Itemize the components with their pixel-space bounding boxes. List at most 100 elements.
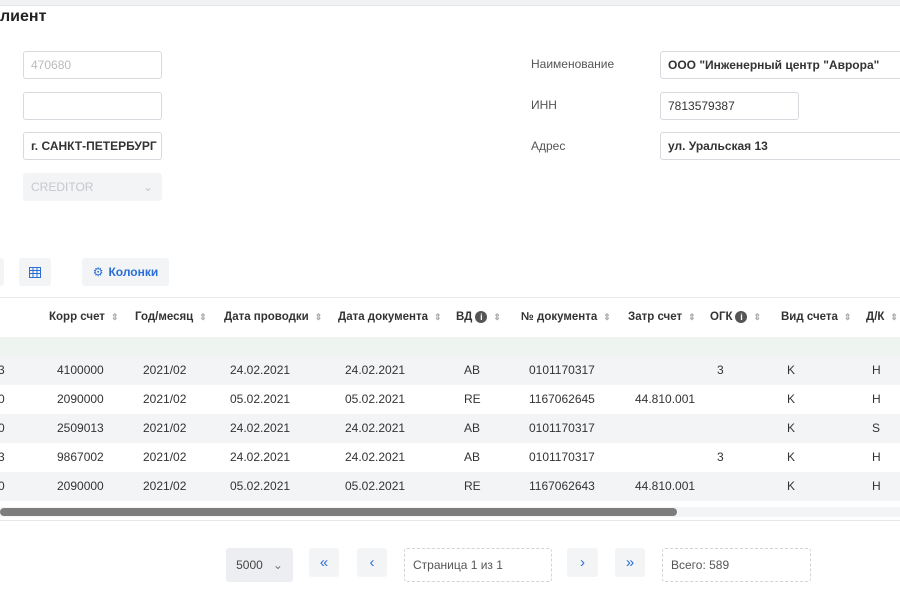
scrollbar-thumb[interactable] [0,508,677,516]
table-row[interactable]: 0 2509013 2021/02 24.02.2021 24.02.2021 AB 010… [0,414,900,443]
table-cell: 24.02.2021 [230,421,291,435]
column-header[interactable]: Затр счет ⇕ [628,300,696,335]
table-cell: 44.810.001 [635,392,696,406]
column-header-label: № документа [521,311,598,323]
table-bottom-border [0,520,900,521]
first-page-button[interactable]: « [309,548,339,577]
page-title: лиент [0,8,47,25]
table-cell: 1167062645 [529,392,595,406]
info-icon[interactable]: i [475,310,488,323]
table-cell: 0 [0,392,5,406]
table-cell: 2021/02 [143,450,187,464]
toolbar-button-cut[interactable] [0,258,4,286]
table-cell: AB [464,363,481,377]
type-select[interactable]: CREDITOR ⌄ [23,173,162,201]
table-cell: 05.02.2021 [345,392,406,406]
sort-icon[interactable]: ⇕ [315,312,323,322]
column-header[interactable]: Дата проводки ⇕ [224,300,322,335]
sort-icon[interactable]: ⇕ [199,312,207,322]
page-indicator: Страница 1 из 1 [404,548,552,582]
column-header-label: Вид счета [781,311,838,323]
table-cell: 0 [0,421,5,435]
top-bar [0,0,900,6]
columns-button[interactable]: ⚙ Колонки [82,258,169,286]
city-field[interactable]: г. САНКТ-ПЕТЕРБУРГ [23,132,162,160]
column-header-label: ВД [456,311,473,323]
table-cell: 4100000 [57,363,104,377]
table-top-border [0,297,900,298]
table-cell: 0101170317 [529,450,595,464]
table-cell: 3 [0,363,5,377]
table-cell: K [787,392,796,406]
sort-icon[interactable]: ⇕ [111,312,119,322]
column-header[interactable]: Вид счета ⇕ [781,300,851,335]
table-cell: AB [464,450,481,464]
column-header-label: Д/К [866,311,885,323]
last-page-button[interactable]: » [615,548,645,577]
table-cell: 24.02.2021 [345,450,406,464]
table-icon [29,266,41,278]
table-cell: 2090000 [57,392,104,406]
total-count: Всего: 589 [662,548,811,582]
table-cell: 24.02.2021 [230,450,291,464]
inn-field[interactable]: 7813579387 [660,92,799,120]
chevron-down-icon: ⌄ [142,180,153,194]
horizontal-scrollbar[interactable] [0,507,900,517]
sort-icon[interactable]: ⇕ [493,312,501,322]
table-cell: 9867002 [57,450,104,464]
page-size-select[interactable]: 5000 ⌄ [226,548,293,582]
table-row[interactable]: 3 9867002 2021/02 24.02.2021 24.02.2021 AB 010… [0,443,900,472]
table-cell: 2021/02 [143,363,187,377]
table-cell: 05.02.2021 [230,479,291,493]
sort-icon[interactable]: ⇕ [434,312,442,322]
table-row[interactable]: 0 2090000 2021/02 05.02.2021 05.02.2021 RE 116… [0,385,900,414]
table-cell: 05.02.2021 [230,392,291,406]
table-cell: 0101170317 [529,421,595,435]
table-cell: 0 [0,479,5,493]
sort-icon[interactable]: ⇕ [753,312,761,322]
column-header-label: Затр счет [628,311,683,323]
table-cell: H [872,392,881,406]
table-cell: H [872,450,881,464]
postal-code-field[interactable]: 470680 [23,51,162,79]
info-icon[interactable]: i [735,310,748,323]
filter-row[interactable] [0,337,900,356]
address-label: Адрес [531,139,566,153]
table-cell: RE [464,479,481,493]
chevron-down-icon: ⌄ [272,558,283,572]
name-label: Наименование [531,57,615,71]
column-header[interactable]: Корр счет ⇕ [49,300,119,335]
table-cell: K [787,450,796,464]
sort-icon[interactable]: ⇕ [688,312,696,322]
column-header[interactable]: ВД i ⇕ [456,300,501,335]
gear-icon: ⚙ [92,265,104,279]
table-cell: K [787,421,796,435]
table-row[interactable]: 3 4100000 2021/02 24.02.2021 24.02.2021 AB 010… [0,356,900,385]
table-view-button[interactable] [19,258,51,286]
column-header[interactable]: Д/К ⇕ [866,300,898,335]
column-header[interactable]: Год/месяц ⇕ [135,300,207,335]
next-page-button[interactable]: › [567,548,598,577]
table-cell: RE [464,392,481,406]
table-cell: K [787,479,796,493]
empty-field[interactable] [23,92,162,120]
table-cell: S [872,421,881,435]
column-header[interactable]: № документа ⇕ [521,300,611,335]
name-field[interactable]: ООО "Инженерный центр "Аврора" [660,51,900,79]
column-header[interactable]: Дата документа ⇕ [338,300,442,335]
table-cell: 2090000 [57,479,104,493]
table-row[interactable]: 0 2090000 2021/02 05.02.2021 05.02.2021 RE 116… [0,472,900,501]
columns-button-label: Колонки [108,265,159,279]
column-header-label: Дата проводки [224,311,309,323]
sort-icon[interactable]: ⇕ [890,312,898,322]
sort-icon[interactable]: ⇕ [603,312,611,322]
prev-page-button[interactable]: ‹ [357,548,387,577]
address-field[interactable]: ул. Уральская 13 [660,132,900,160]
table-cell: 24.02.2021 [230,363,291,377]
table-cell: H [872,363,881,377]
table-cell: 0101170317 [529,363,595,377]
table-cell: AB [464,421,481,435]
sort-icon[interactable]: ⇕ [844,312,852,322]
column-header[interactable]: ОГК i ⇕ [710,300,761,335]
inn-label: ИНН [531,98,557,112]
